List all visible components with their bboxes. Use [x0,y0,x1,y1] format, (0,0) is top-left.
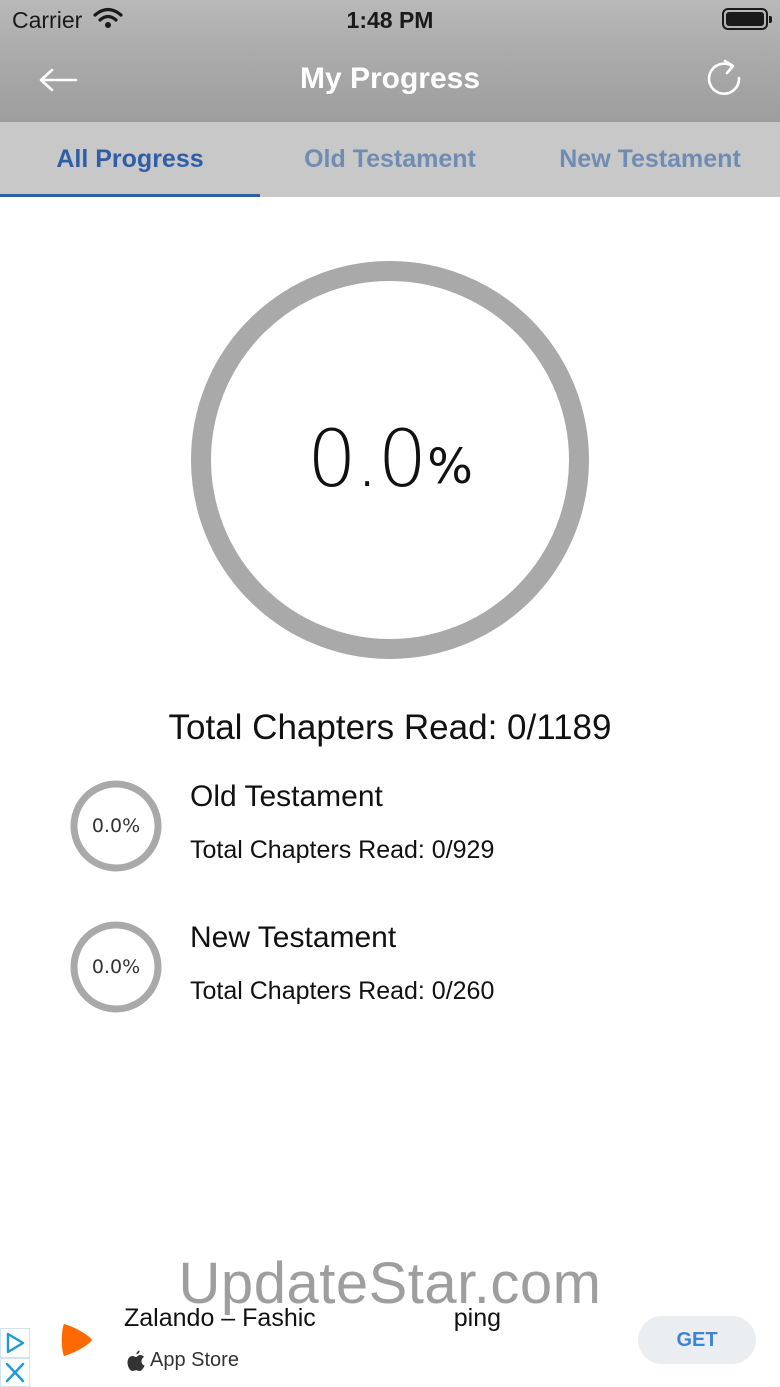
clock: 1:48 PM [346,7,434,33]
old-testament-percent: 0.0% [91,815,141,837]
old-testament-chapters-read: Total Chapters Read: 0/929 [190,836,495,864]
refresh-icon [707,59,741,95]
apple-icon [127,1350,145,1371]
new-testament-chapters-read: Total Chapters Read: 0/260 [190,977,495,1005]
overall-percent-sign: % [427,439,473,495]
ad-close-icon[interactable] [0,1358,30,1387]
total-chapters-read: Total Chapters Read: 0/1189 [168,708,612,747]
page-title: My Progress [299,62,481,95]
tab-old-testament[interactable]: Old Testament [260,122,520,197]
zalando-logo-icon [61,1324,92,1356]
overall-percent-number: 0.0 [307,415,427,505]
refresh-button[interactable] [702,56,746,100]
overall-percent: 0.0% [191,261,589,659]
ad-choices-icon[interactable] [0,1328,30,1358]
tab-new-testament[interactable]: New Testament [520,122,780,197]
old-testament-title: Old Testament [190,780,383,813]
battery-icon [722,8,772,30]
tab-bar: All Progress Old Testament New Testament [0,122,780,197]
ad-store-text: App Store [150,1349,239,1371]
new-testament-section[interactable]: 0.0% New Testament Total Chapters Read: … [70,915,710,1013]
watermark: UpdateStar.com [178,1251,602,1316]
header: Carrier 1:48 PM My Progress [0,0,780,122]
tab-all-progress[interactable]: All Progress [0,122,260,197]
ad-store-label: App Store [126,1349,239,1372]
new-testament-title: New Testament [190,921,397,954]
ad-get-button[interactable]: GET [638,1316,756,1364]
new-testament-percent: 0.0% [91,956,141,978]
old-testament-section[interactable]: 0.0% Old Testament Total Chapters Read: … [70,774,710,872]
status-bar: Carrier 1:48 PM [0,0,780,40]
